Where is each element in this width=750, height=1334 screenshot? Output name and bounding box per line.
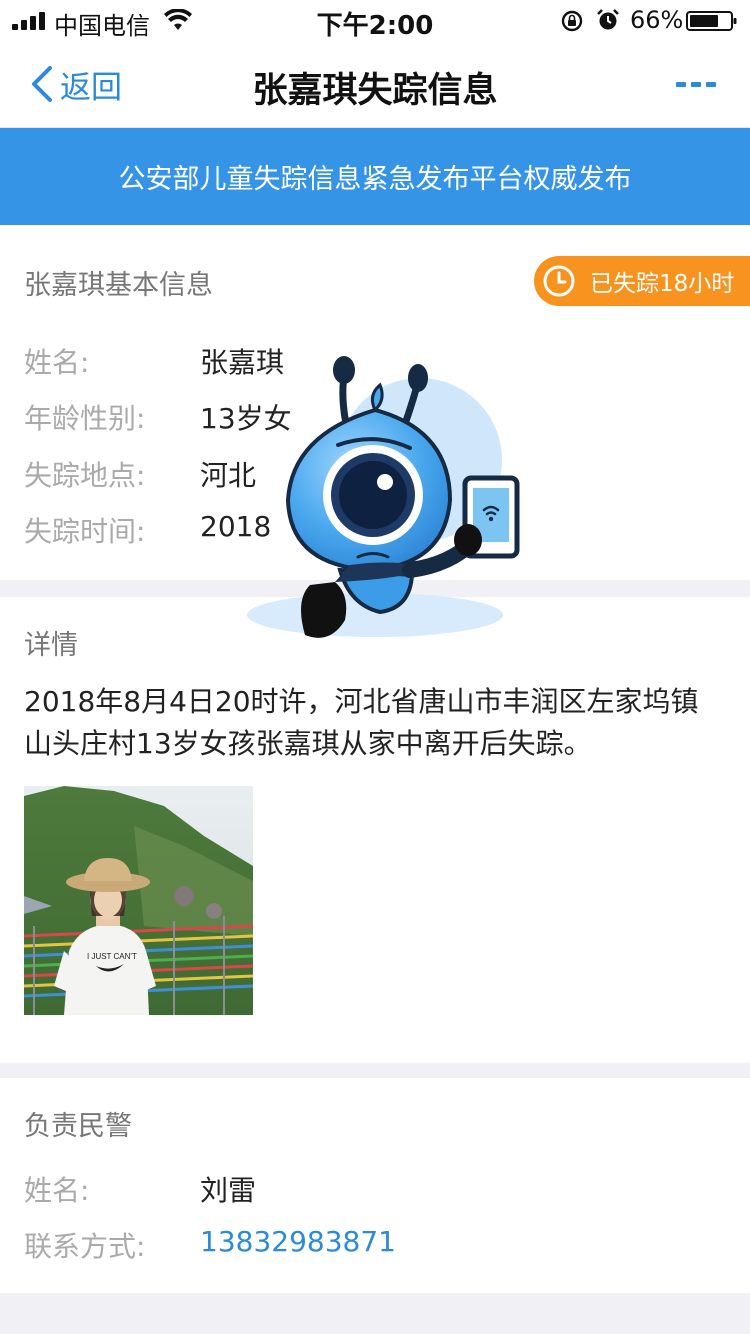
alarm-icon	[597, 9, 619, 30]
police-title: 负责民警	[24, 1111, 132, 1142]
police-phone-link[interactable]: 13832983871	[200, 1225, 396, 1258]
police-card: 负责民警 姓名: 刘雷 联系方式: 13832983871	[0, 1078, 750, 1293]
missing-duration-text: 已失踪18小时	[590, 271, 735, 297]
police-name-value: 刘雷	[200, 1174, 257, 1207]
nav-bar: 返回 张嘉琪失踪信息	[0, 40, 750, 128]
missing-location-label: 失踪地点:	[24, 459, 146, 492]
rotation-lock-icon	[561, 10, 583, 32]
status-bar: 中国电信 下午2:00 66%	[0, 0, 750, 41]
photo-illustration: I JUST CAN'T	[24, 786, 253, 1015]
missing-duration-badge: 已失踪18小时	[534, 256, 750, 306]
age-gender-label: 年龄性别:	[24, 402, 146, 435]
battery-percentage: 66%	[630, 6, 684, 34]
page-title: 张嘉琪失踪信息	[252, 71, 498, 111]
police-name-label: 姓名:	[24, 1174, 90, 1207]
page: 中国电信 下午2:00 66% 返回 张嘉琪失踪信息 公安部儿童失踪信息紧急发布…	[0, 0, 750, 1334]
basic-info-title: 张嘉琪基本信息	[24, 270, 213, 301]
detail-title: 详情	[24, 630, 78, 661]
police-contact-label: 联系方式:	[24, 1230, 146, 1263]
detail-card: 详情 2018年8月4日20时许，河北省唐山市丰润区左家坞镇山头庄村13岁女孩张…	[0, 597, 750, 1063]
more-icon[interactable]	[676, 80, 716, 90]
name-label: 姓名:	[24, 346, 90, 379]
mascot-illustration	[247, 356, 520, 638]
clock-icon	[543, 265, 575, 297]
missing-time-label: 失踪时间:	[24, 515, 146, 548]
authority-banner: 公安部儿童失踪信息紧急发布平台权威发布	[0, 128, 750, 225]
missing-child-photo[interactable]: I JUST CAN'T	[24, 786, 253, 1015]
detail-text: 2018年8月4日20时许，河北省唐山市丰润区左家坞镇山头庄村13岁女孩张嘉琪从…	[24, 685, 699, 760]
battery-icon	[686, 11, 737, 31]
svg-text:I JUST CAN'T: I JUST CAN'T	[87, 952, 137, 961]
